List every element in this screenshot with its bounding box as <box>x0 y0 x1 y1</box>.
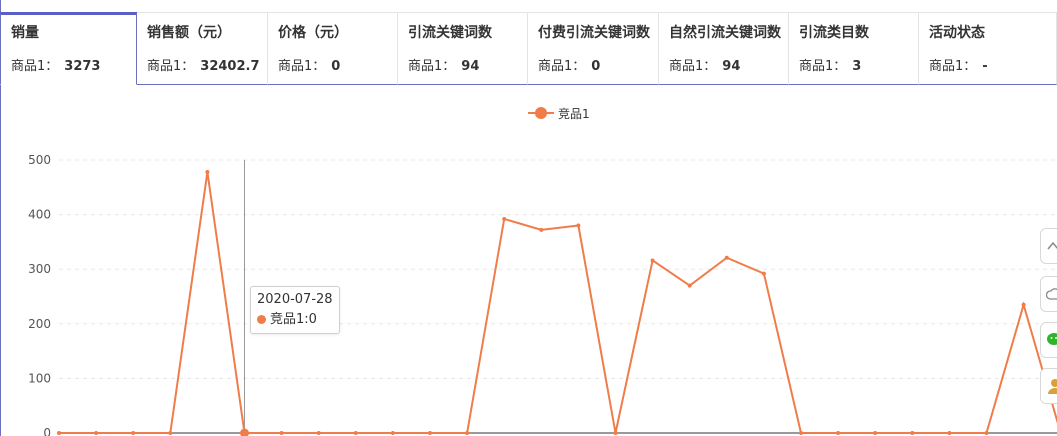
data-point <box>1021 302 1026 307</box>
user-icon <box>1048 379 1057 394</box>
cloud-icon <box>1046 288 1057 300</box>
line-chart: 0 100 200 300 400 500 <box>28 153 1057 436</box>
tooltip-value: 竞品1:0 <box>270 312 317 327</box>
data-point <box>353 431 358 435</box>
data-point <box>240 428 249 436</box>
data-point <box>687 283 692 288</box>
data-point <box>428 431 432 435</box>
tooltip-date: 2020-07-28 <box>257 292 333 307</box>
wechat-button[interactable] <box>1040 322 1057 358</box>
tooltip-dot <box>257 315 266 324</box>
data-point <box>910 431 915 435</box>
chart-tooltip: 2020-07-28 竞品1:0 <box>250 286 340 334</box>
contact-button[interactable] <box>1040 368 1057 404</box>
y-tick-label: 200 <box>28 317 51 331</box>
data-point <box>94 431 99 435</box>
data-point <box>650 258 655 263</box>
data-point <box>613 431 618 435</box>
data-point <box>539 227 544 232</box>
wechat-icon <box>1047 333 1057 345</box>
data-point <box>316 431 321 435</box>
y-tick-label: 100 <box>28 371 51 385</box>
data-point <box>279 431 284 435</box>
data-point <box>502 216 507 221</box>
data-point <box>984 431 989 435</box>
data-point <box>836 431 841 435</box>
cloud-button[interactable] <box>1040 276 1057 312</box>
series-line <box>59 171 1057 434</box>
data-point <box>947 431 952 435</box>
up-arrow-icon <box>1047 241 1057 250</box>
data-point <box>168 431 173 435</box>
y-tick-label: 0 <box>43 426 51 436</box>
back-to-top-button[interactable] <box>1040 228 1057 264</box>
data-point <box>761 271 766 276</box>
data-point <box>465 431 470 435</box>
data-point <box>799 431 803 435</box>
data-point <box>576 223 581 228</box>
data-point <box>131 431 136 435</box>
data-point <box>57 431 61 435</box>
y-tick-label: 500 <box>28 153 51 167</box>
tooltip-row: 竞品1:0 <box>257 310 333 330</box>
data-point <box>390 431 395 435</box>
data-point <box>873 431 878 435</box>
data-point <box>205 170 210 175</box>
y-tick-label: 400 <box>28 208 51 222</box>
data-point <box>724 255 729 260</box>
y-tick-label: 300 <box>28 262 51 276</box>
